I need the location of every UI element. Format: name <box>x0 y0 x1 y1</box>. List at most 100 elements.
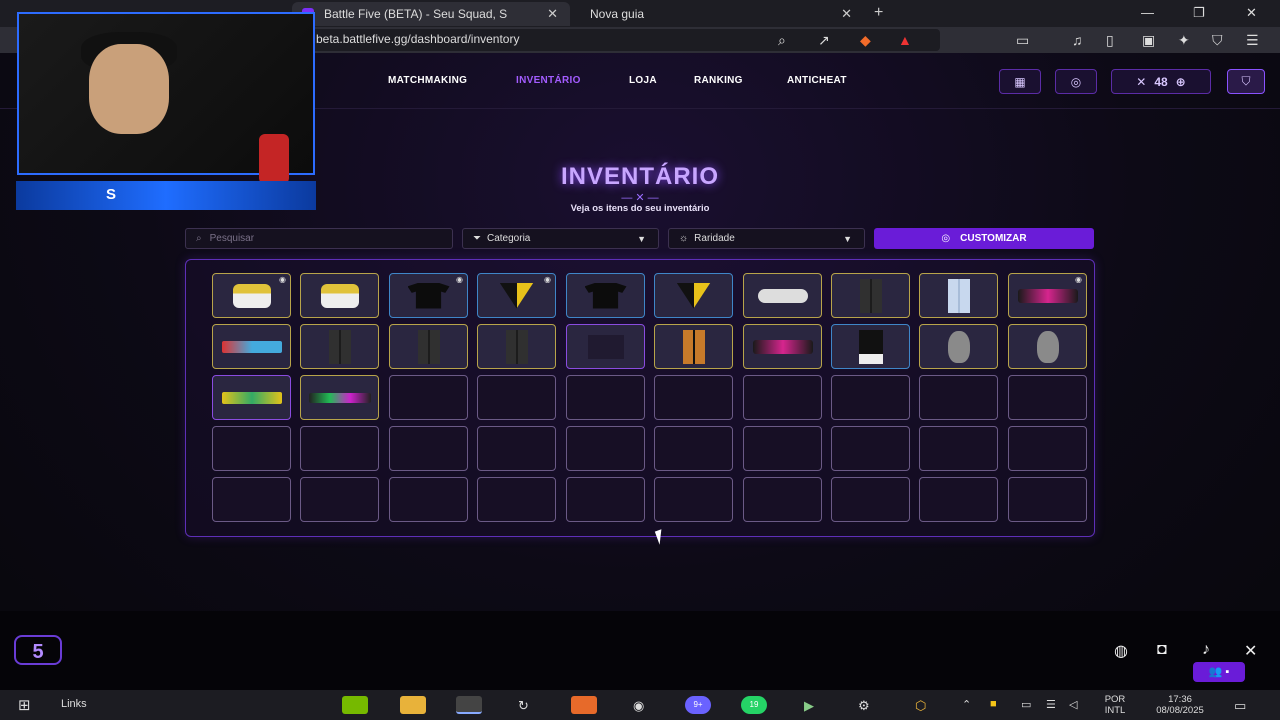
inventory-slot[interactable] <box>919 324 998 369</box>
empty-slot[interactable] <box>1008 375 1087 420</box>
minimize-icon[interactable]: — <box>1141 5 1154 20</box>
coins-button[interactable]: ✕ 48 ⊕ <box>1111 69 1211 94</box>
language-indicator[interactable]: POR INTL <box>1094 694 1136 716</box>
windows-start-icon[interactable]: ⊞ <box>18 696 31 714</box>
battlefive-logo[interactable]: 5 <box>14 635 62 665</box>
empty-slot[interactable] <box>743 477 822 522</box>
sidebar-icon[interactable]: ▯ <box>1106 32 1114 49</box>
app-flag-icon[interactable]: ▶ <box>804 698 814 714</box>
faceit-icon[interactable]: ⬡ <box>915 698 926 714</box>
tray-app-icon[interactable]: ■ <box>990 698 997 710</box>
clock[interactable]: 17:36 08/08/2025 <box>1140 694 1220 716</box>
friends-button[interactable]: ◎ <box>1055 69 1097 94</box>
brave-browser-icon[interactable] <box>456 696 482 714</box>
inventory-slot[interactable] <box>300 375 379 420</box>
inventory-slot[interactable] <box>389 324 468 369</box>
inventory-slot[interactable] <box>919 273 998 318</box>
monitor-icon[interactable]: ▭ <box>1021 698 1031 711</box>
links-toolbar[interactable]: Links <box>61 698 87 710</box>
empty-slot[interactable] <box>743 426 822 471</box>
inventory-slot[interactable] <box>1008 324 1087 369</box>
app-icon[interactable]: ↻ <box>518 698 529 714</box>
steam-icon[interactable]: ⚙ <box>858 698 870 714</box>
discord-icon[interactable]: ◍ <box>1114 641 1128 661</box>
empty-slot[interactable] <box>566 477 645 522</box>
empty-slot[interactable] <box>212 477 291 522</box>
inventory-slot[interactable] <box>566 324 645 369</box>
cast-icon[interactable]: ▭ <box>1016 32 1029 49</box>
empty-slot[interactable] <box>477 426 556 471</box>
close-tab-icon[interactable]: ✕ <box>841 6 852 22</box>
instagram-icon[interactable]: ◘ <box>1157 641 1167 659</box>
tiktok-icon[interactable]: ♪ <box>1202 641 1210 659</box>
customize-button[interactable]: ◎ CUSTOMIZAR <box>874 228 1094 249</box>
inventory-slot[interactable] <box>831 273 910 318</box>
inventory-slot[interactable] <box>654 273 733 318</box>
extensions-icon[interactable]: ✦ <box>1178 32 1190 49</box>
empty-slot[interactable] <box>300 426 379 471</box>
obs-icon[interactable]: ◉ <box>633 698 644 714</box>
calendar-button[interactable]: ▦ <box>999 69 1041 94</box>
empty-slot[interactable] <box>566 426 645 471</box>
share-icon[interactable]: ↗ <box>818 32 830 49</box>
search-input[interactable]: ⌕ Pesquisar <box>185 228 453 249</box>
nav-matchmaking[interactable]: MATCHMAKING <box>388 75 467 86</box>
nav-loja[interactable]: LOJA <box>629 75 657 86</box>
inventory-slot[interactable] <box>300 273 379 318</box>
whatsapp-icon[interactable]: 19 <box>741 696 767 714</box>
empty-slot[interactable] <box>831 477 910 522</box>
notifications-icon[interactable]: ▭ <box>1234 698 1246 714</box>
inventory-slot[interactable] <box>831 324 910 369</box>
wifi-icon[interactable]: ☰ <box>1046 698 1056 711</box>
volume-icon[interactable]: ◁ <box>1069 698 1077 711</box>
brave-shields-icon[interactable]: ◆ <box>860 32 871 49</box>
empty-slot[interactable] <box>1008 426 1087 471</box>
vpn-icon[interactable]: ⛉ <box>1212 32 1223 49</box>
inventory-slot[interactable] <box>566 273 645 318</box>
nav-inventario[interactable]: INVENTÁRIO <box>516 75 581 86</box>
empty-slot[interactable] <box>831 426 910 471</box>
tab-new[interactable]: Nova guia ✕ <box>580 2 860 26</box>
inventory-slot[interactable] <box>743 273 822 318</box>
menu-icon[interactable]: ☰ <box>1246 32 1259 49</box>
inventory-slot[interactable] <box>212 324 291 369</box>
empty-slot[interactable] <box>654 426 733 471</box>
url-field[interactable]: beta.battlefive.gg/dashboard/inventory <box>300 29 940 51</box>
window-close-icon[interactable]: ✕ <box>1246 5 1257 21</box>
inventory-slot[interactable]: ◉ <box>389 273 468 318</box>
empty-slot[interactable] <box>389 375 468 420</box>
squad-button[interactable]: 👥 ▪ <box>1193 662 1245 682</box>
empty-slot[interactable] <box>477 477 556 522</box>
empty-slot[interactable] <box>212 426 291 471</box>
empty-slot[interactable] <box>477 375 556 420</box>
empty-slot[interactable] <box>919 375 998 420</box>
inventory-slot[interactable] <box>477 324 556 369</box>
zoom-icon[interactable]: ⌕ <box>778 32 786 49</box>
x-twitter-icon[interactable]: ✕ <box>1244 641 1257 661</box>
media-app-icon[interactable] <box>571 696 597 714</box>
empty-slot[interactable] <box>1008 477 1087 522</box>
brave-rewards-icon[interactable]: ▲ <box>898 32 912 48</box>
nav-anticheat[interactable]: ANTICHEAT <box>787 75 847 86</box>
nav-ranking[interactable]: RANKING <box>694 75 743 86</box>
inventory-slot[interactable]: ◉ <box>212 273 291 318</box>
tray-chevron-icon[interactable]: ⌃ <box>962 698 971 711</box>
nvidia-icon[interactable] <box>342 696 368 714</box>
messenger-icon[interactable]: 9+ <box>685 696 711 714</box>
file-explorer-icon[interactable] <box>400 696 426 714</box>
empty-slot[interactable] <box>389 426 468 471</box>
empty-slot[interactable] <box>654 477 733 522</box>
restore-icon[interactable]: ❐ <box>1193 5 1205 21</box>
new-tab-icon[interactable]: + <box>874 4 883 22</box>
inventory-slot[interactable] <box>743 324 822 369</box>
empty-slot[interactable] <box>389 477 468 522</box>
inventory-slot[interactable]: ◉ <box>1008 273 1087 318</box>
tab-battle-five[interactable]: Battle Five (BETA) - Seu Squad, S ✕ <box>292 2 570 26</box>
profile-button[interactable]: ⛉ <box>1227 69 1265 94</box>
empty-slot[interactable] <box>743 375 822 420</box>
media-icon[interactable]: ♫ <box>1072 32 1083 48</box>
category-select[interactable]: ⏷ Categoria ▼ <box>462 228 659 249</box>
inventory-slot[interactable] <box>300 324 379 369</box>
empty-slot[interactable] <box>566 375 645 420</box>
inventory-slot[interactable] <box>654 324 733 369</box>
